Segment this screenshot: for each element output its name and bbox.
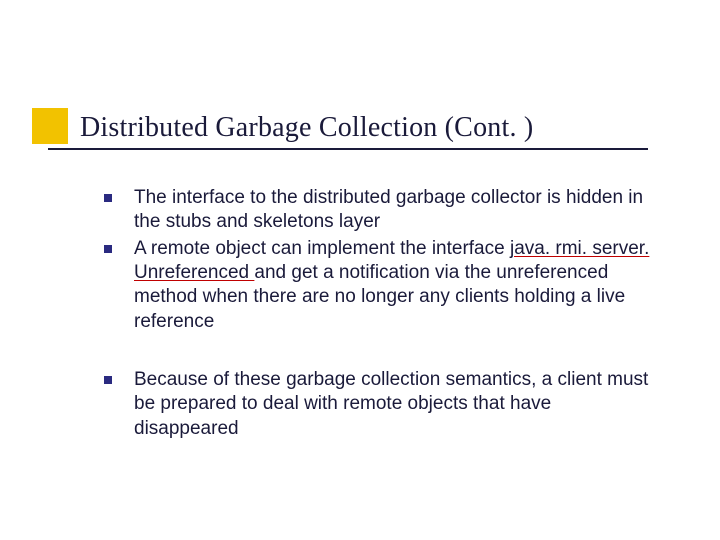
bullet-text: The interface to the distributed garbage… <box>134 186 656 235</box>
text-prefix: A remote object can implement the interf… <box>134 238 510 259</box>
list-item: A remote object can implement the interf… <box>104 237 656 334</box>
bullet-group-1: The interface to the distributed garbage… <box>104 186 656 334</box>
accent-box <box>32 108 68 144</box>
square-bullet-icon <box>104 194 112 202</box>
slide: Distributed Garbage Collection (Cont. ) … <box>0 0 720 540</box>
bullet-text: Because of these garbage collection sema… <box>134 368 656 441</box>
slide-title: Distributed Garbage Collection (Cont. ) <box>80 112 533 144</box>
bullet-group-2: Because of these garbage collection sema… <box>104 368 656 441</box>
title-underline-rule <box>48 148 648 150</box>
list-item: Because of these garbage collection sema… <box>104 368 656 441</box>
list-item: The interface to the distributed garbage… <box>104 186 656 235</box>
square-bullet-icon <box>104 376 112 384</box>
title-container: Distributed Garbage Collection (Cont. ) <box>80 112 533 144</box>
slide-body: The interface to the distributed garbage… <box>104 186 656 443</box>
square-bullet-icon <box>104 245 112 253</box>
bullet-text: A remote object can implement the interf… <box>134 237 656 334</box>
